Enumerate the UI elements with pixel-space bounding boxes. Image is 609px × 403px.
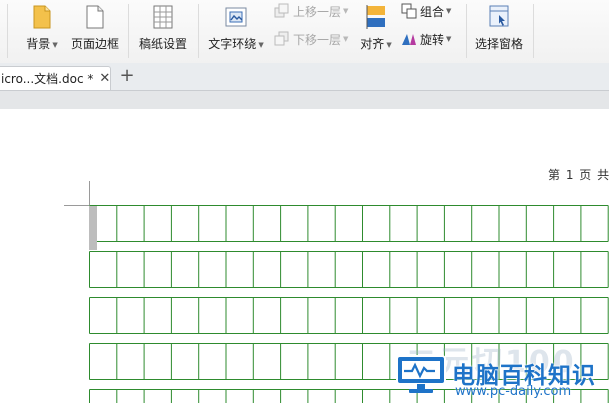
align-label: 对齐 — [360, 37, 385, 51]
background-button[interactable]: 背景 ▼ — [22, 2, 62, 58]
group-label: 组合 — [420, 4, 445, 19]
text-wrap-label: 文字环绕 — [208, 37, 257, 51]
chevron-down-icon[interactable]: ▼ — [446, 7, 451, 15]
page-indicator: 第 1 页 共 — [548, 168, 609, 182]
separator — [198, 4, 199, 58]
separator — [7, 4, 8, 58]
manuscript-settings-button[interactable]: 稿纸设置 — [136, 2, 190, 58]
crop-mark — [64, 205, 89, 206]
separator — [128, 4, 129, 58]
manuscript-grid-icon — [151, 4, 175, 30]
align-button[interactable]: 对齐 ▼ — [358, 2, 394, 58]
bring-forward-button[interactable]: 上移一层 ▼ — [274, 1, 348, 21]
close-icon[interactable]: ✕ — [99, 71, 110, 86]
send-backward-button[interactable]: 下移一层 ▼ — [274, 29, 348, 49]
page-border-button[interactable]: 页面边框 — [68, 2, 122, 58]
crop-mark — [89, 181, 90, 205]
rotate-icon — [401, 31, 417, 47]
separator — [466, 4, 467, 58]
text-wrap-icon — [224, 4, 248, 30]
chevron-down-icon[interactable]: ▼ — [343, 35, 348, 43]
selection-marker — [89, 206, 97, 250]
chevron-down-icon[interactable]: ▼ — [386, 41, 391, 49]
bring-forward-label: 上移一层 — [293, 4, 342, 19]
bring-forward-icon — [274, 3, 290, 19]
new-tab-icon[interactable]: + — [117, 65, 137, 87]
separator — [533, 4, 534, 58]
selection-pane-label: 选择窗格 — [474, 37, 523, 51]
group-icon — [401, 3, 417, 19]
chevron-down-icon[interactable]: ▼ — [446, 35, 451, 43]
chevron-down-icon[interactable]: ▼ — [343, 7, 348, 15]
group-button[interactable]: 组合 ▼ — [401, 1, 451, 21]
document-tab-bar: icro...文档.doc * ✕ — [0, 63, 609, 91]
chevron-down-icon[interactable]: ▼ — [258, 41, 263, 49]
monitor-logo-icon — [395, 354, 447, 394]
background-icon — [30, 4, 54, 30]
page-border-icon — [83, 4, 107, 30]
selection-pane-button[interactable]: 选择窗格 — [472, 2, 526, 58]
rotate-label: 旋转 — [420, 32, 445, 47]
ribbon-toolbar: 背景 ▼ 页面边框 稿纸设置 文字环绕 ▼ 上移一层 ▼ 下移一层 ▼ 对齐 ▼… — [0, 0, 609, 64]
document-tab[interactable]: icro...文档.doc * ✕ — [0, 66, 111, 90]
selection-pane-icon — [487, 4, 511, 30]
watermark-url: www.pc-daily.com — [455, 384, 572, 399]
page-border-label: 页面边框 — [70, 37, 119, 51]
document-tab-title: icro...文档.doc * — [1, 72, 94, 86]
manuscript-settings-label: 稿纸设置 — [138, 37, 187, 51]
text-wrap-button[interactable]: 文字环绕 ▼ — [206, 2, 266, 58]
document-canvas-background — [0, 91, 609, 109]
align-icon — [364, 4, 388, 30]
background-label: 背景 — [26, 37, 51, 51]
send-backward-label: 下移一层 — [293, 32, 342, 47]
send-backward-icon — [274, 31, 290, 47]
chevron-down-icon[interactable]: ▼ — [52, 41, 57, 49]
rotate-button[interactable]: 旋转 ▼ — [401, 29, 451, 49]
